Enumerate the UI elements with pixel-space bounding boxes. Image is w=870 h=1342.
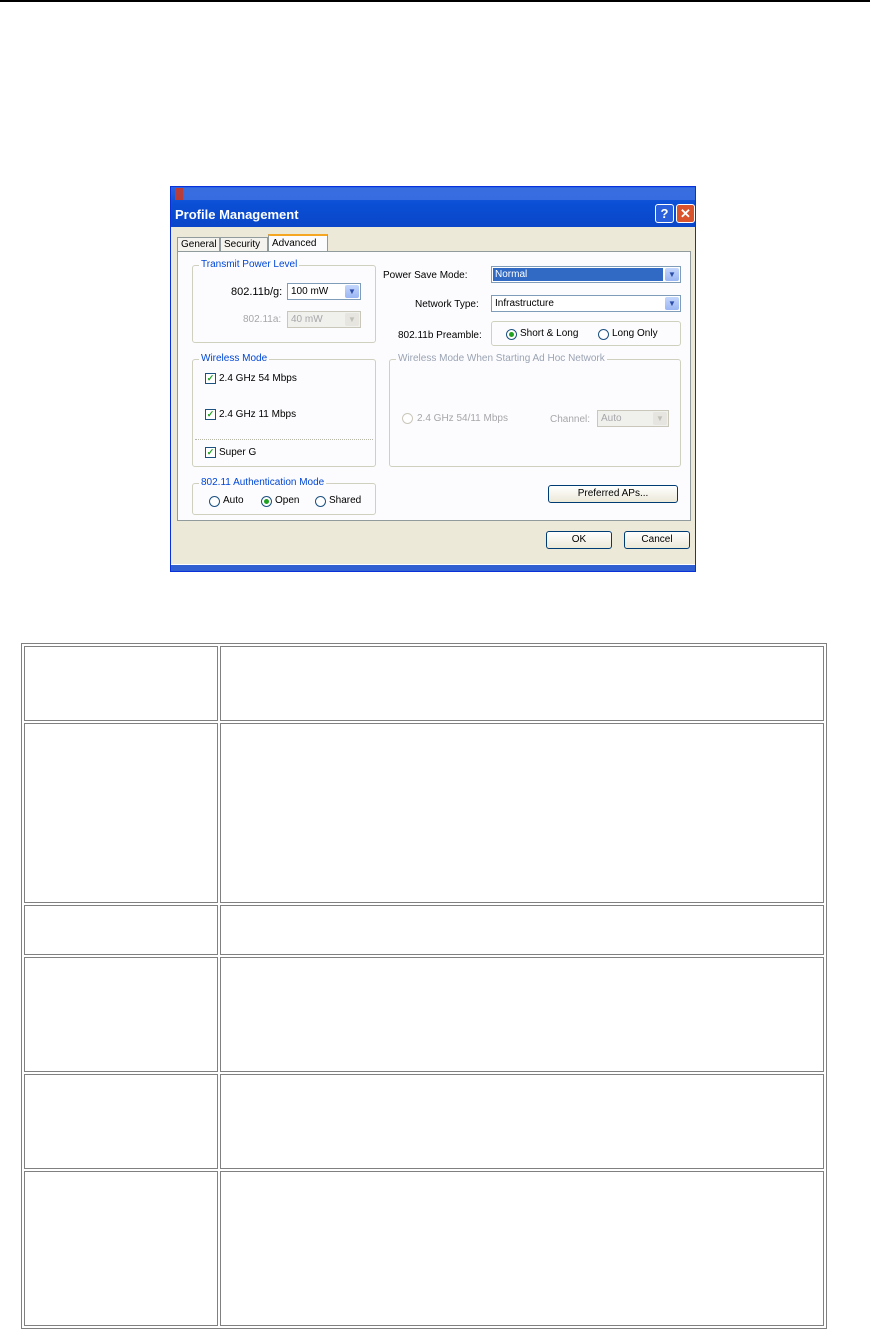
mode-11-label: 2.4 GHz 11 Mbps: [219, 409, 297, 420]
adhoc-mode-legend: Wireless Mode When Starting Ad Hoc Netwo…: [396, 353, 607, 365]
transmit-power-legend: Transmit Power Level: [199, 259, 300, 271]
auth-shared-label: Shared: [329, 495, 362, 506]
preferred-aps-button[interactable]: Preferred APs...: [548, 485, 678, 503]
preamble-short-long-label: Short & Long: [520, 328, 579, 339]
check-icon: ✓: [206, 447, 215, 457]
bg-power-label: 802.11b/g:: [231, 286, 283, 298]
check-icon: ✓: [206, 373, 215, 383]
tab-security[interactable]: Security: [220, 237, 268, 252]
auth-mode-group: 802.11 Authentication Mode Auto Open Sha…: [192, 477, 376, 515]
table-text-cell: [220, 646, 824, 721]
table-label-cell: [24, 646, 218, 721]
table-row: [24, 1074, 824, 1169]
table-label-cell: [24, 1171, 218, 1326]
power-save-label: Power Save Mode:: [383, 270, 468, 281]
ok-button[interactable]: OK: [546, 531, 612, 549]
table-row: [24, 905, 824, 955]
channel-select[interactable]: Auto ▼: [597, 410, 669, 427]
help-button[interactable]: ?: [655, 204, 674, 223]
divider: [195, 439, 373, 440]
auth-open-radio[interactable]: [261, 496, 272, 507]
status-strip: [171, 564, 695, 571]
cancel-button[interactable]: Cancel: [624, 531, 690, 549]
wireless-mode-legend: Wireless Mode: [199, 353, 270, 365]
dialog-title: Profile Management: [175, 207, 299, 222]
a-power-label: 802.11a:: [243, 314, 282, 325]
auth-auto-radio[interactable]: [209, 496, 220, 507]
close-button[interactable]: ✕: [676, 204, 695, 223]
network-type-label: Network Type:: [415, 299, 479, 310]
page-top-rule: [0, 0, 870, 2]
chevron-down-icon: ▼: [665, 268, 679, 281]
bg-power-select[interactable]: 100 mW ▼: [287, 283, 361, 300]
table-row: [24, 723, 824, 903]
adhoc-mode-label: 2.4 GHz 54/11 Mbps: [417, 413, 508, 424]
preamble-box: Short & Long Long Only: [491, 321, 681, 346]
table-text-cell: [220, 1074, 824, 1169]
channel-label: Channel:: [550, 414, 591, 425]
preamble-short-long-radio[interactable]: [506, 329, 517, 340]
wireless-mode-group: Wireless Mode ✓ 2.4 GHz 54 Mbps ✓ 2.4 GH…: [192, 353, 376, 467]
preamble-label: 802.11b Preamble:: [398, 330, 482, 341]
table-text-cell: [220, 905, 824, 955]
mode-11-checkbox[interactable]: ✓: [205, 409, 216, 420]
table-row: [24, 1171, 824, 1326]
a-power-value: 40 mW: [291, 314, 323, 325]
advanced-tab-panel: Transmit Power Level 802.11b/g: 100 mW ▼…: [177, 251, 691, 521]
tab-general[interactable]: General: [177, 237, 220, 252]
super-g-label: Super G: [219, 447, 257, 458]
preamble-long-only-label: Long Only: [612, 328, 658, 339]
table-text-cell: [220, 723, 824, 903]
chevron-down-icon: ▼: [345, 313, 359, 326]
network-type-select[interactable]: Infrastructure ▼: [491, 295, 681, 312]
profile-management-dialog: Profile Management ? ✕ General Security …: [170, 186, 696, 572]
chevron-down-icon: ▼: [665, 297, 679, 310]
title-bar[interactable]: Profile Management ? ✕: [171, 187, 695, 227]
chevron-down-icon: ▼: [345, 285, 359, 298]
mode-54-checkbox[interactable]: ✓: [205, 373, 216, 384]
question-mark-icon: ?: [660, 206, 669, 221]
auth-auto-label: Auto: [223, 495, 244, 506]
transmit-power-group: Transmit Power Level 802.11b/g: 100 mW ▼…: [192, 259, 376, 343]
table-text-cell: [220, 957, 824, 1072]
table-text-cell: [220, 1171, 824, 1326]
table-label-cell: [24, 957, 218, 1072]
table-row: [24, 957, 824, 1072]
preamble-long-only-radio[interactable]: [598, 329, 609, 340]
table-label-cell: [24, 905, 218, 955]
mode-54-label: 2.4 GHz 54 Mbps: [219, 373, 297, 384]
bg-power-value: 100 mW: [291, 286, 329, 297]
background-window-title-strip: [175, 188, 695, 200]
auth-mode-legend: 802.11 Authentication Mode: [199, 477, 327, 489]
table-row: [24, 646, 824, 721]
check-icon: ✓: [206, 409, 215, 419]
network-type-value: Infrastructure: [495, 298, 554, 309]
auth-open-label: Open: [275, 495, 300, 506]
power-save-select[interactable]: Normal ▼: [491, 266, 681, 283]
a-power-select[interactable]: 40 mW ▼: [287, 311, 361, 328]
table-label-cell: [24, 723, 218, 903]
auth-shared-radio[interactable]: [315, 496, 326, 507]
description-table: [21, 643, 827, 1329]
chevron-down-icon: ▼: [653, 412, 667, 425]
table-label-cell: [24, 1074, 218, 1169]
super-g-checkbox[interactable]: ✓: [205, 447, 216, 458]
channel-value: Auto: [601, 413, 622, 424]
adhoc-mode-group: Wireless Mode When Starting Ad Hoc Netwo…: [389, 353, 681, 467]
power-save-value: Normal: [493, 268, 663, 281]
close-icon: ✕: [680, 206, 691, 221]
adhoc-mode-radio[interactable]: [402, 413, 413, 424]
